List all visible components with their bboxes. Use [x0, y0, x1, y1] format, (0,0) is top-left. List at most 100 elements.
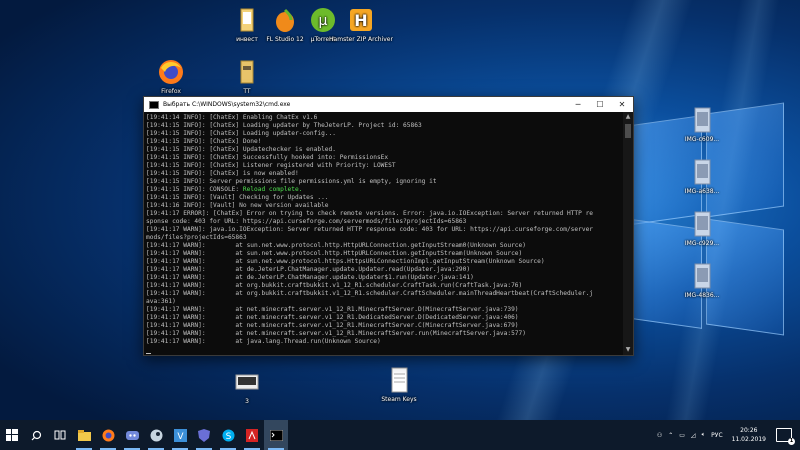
console-line: [19:41:17 WARN]: at de.JeterLP.ChatManag…: [146, 266, 471, 273]
search-icon: [31, 430, 41, 440]
desktop-icon-img-3[interactable]: IMG-c929...: [670, 210, 734, 248]
pdf-reader-icon: [246, 428, 258, 442]
console-line: [19:41:17 WARN]: at sun.net.www.protocol…: [146, 242, 526, 249]
console-prompt-caret[interactable]: [146, 346, 621, 354]
console-line: [19:41:17 WARN]: at net.minecraft.server…: [146, 322, 519, 329]
console-line: [19:41:17 WARN]: java.io.IOException: Se…: [146, 226, 594, 233]
scroll-down-arrow-icon[interactable]: ▼: [623, 345, 633, 355]
scroll-up-arrow-icon[interactable]: ▲: [623, 112, 633, 122]
system-tray: ⚇ ⌃ ▭ ◿ 🔈︎ РУС 20:26 11.02.2019 1: [654, 420, 800, 450]
image-file-icon: [694, 211, 711, 237]
desktop-icon-img-1[interactable]: IMG-c609...: [670, 106, 734, 144]
cmd-window[interactable]: Выбрать C:\WINDOWS\system32\cmd.exe ─ ☐ …: [143, 96, 634, 356]
taskbar-pdf-reader[interactable]: [240, 420, 264, 450]
taskbar-cmd[interactable]: [264, 420, 288, 450]
console-line: [19:41:17 WARN]: at net.minecraft.server…: [146, 330, 526, 337]
console-line: [19:41:15 INFO]: CONSOLE: Reload complet…: [146, 186, 303, 193]
search-button[interactable]: [24, 420, 48, 450]
svg-text:µ: µ: [319, 13, 328, 29]
vimeworld-icon: V: [173, 428, 187, 442]
taskbar-firefox[interactable]: [96, 420, 120, 450]
discord-icon: [125, 430, 139, 440]
firefox-icon: [159, 60, 183, 84]
action-center-button[interactable]: 1: [776, 428, 795, 445]
console-line: [19:41:15 INFO]: [ChatEx] Loading update…: [146, 130, 336, 137]
desktop-icon-steam-keys[interactable]: Steam Keys: [367, 366, 431, 404]
console-line: [19:41:17 WARN]: at sun.net.www.protocol…: [146, 250, 523, 257]
taskbar-skype[interactable]: S: [216, 420, 240, 450]
reload-complete-text: Reload complete.: [242, 186, 303, 193]
screenshot-file-icon: [235, 374, 259, 390]
console-line: [19:41:17 WARN]: at de.JeterLP.ChatManag…: [146, 274, 474, 281]
desktop-icon-3[interactable]: 3: [215, 368, 279, 406]
console-line: [19:41:17 WARN]: at org.bukkit.craftbukk…: [146, 290, 594, 297]
svg-text:S: S: [225, 432, 231, 442]
taskbar-discord[interactable]: [120, 420, 144, 450]
desktop-icon-firefox[interactable]: Firefox: [139, 58, 203, 96]
windows-start-icon: [6, 429, 18, 441]
file-explorer-icon: [77, 429, 91, 441]
svg-text:H: H: [354, 11, 367, 30]
cmd-titlebar[interactable]: Выбрать C:\WINDOWS\system32\cmd.exe ─ ☐ …: [144, 97, 633, 112]
scrollbar-thumb[interactable]: [625, 124, 631, 138]
maximize-button[interactable]: ☐: [589, 97, 611, 112]
people-icon[interactable]: ⚇: [657, 432, 662, 439]
console-line: [19:41:15 INFO]: [Vault] Checking for Up…: [146, 194, 329, 201]
console-line: sponse code: 403 for URL: https://api.cu…: [146, 218, 467, 225]
taskbar-steam[interactable]: [144, 420, 168, 450]
console-line: [19:41:15 INFO]: Server permissions file…: [146, 178, 437, 185]
cmd-window-title: Выбрать C:\WINDOWS\system32\cmd.exe: [163, 101, 291, 108]
task-view-icon: [54, 430, 66, 440]
console-line: [19:41:17 WARN]: at org.bukkit.craftbukk…: [146, 282, 523, 289]
taskbar: V S ⚇ ⌃ ▭ ◿ 🔈︎ РУС 20:26 11.02.2019 1: [0, 420, 800, 450]
folder-icon: [240, 60, 254, 84]
task-view-button[interactable]: [48, 420, 72, 450]
taskbar-file-explorer[interactable]: [72, 420, 96, 450]
network-icon[interactable]: ◿: [691, 432, 696, 439]
clock-time: 20:26: [740, 427, 758, 434]
console-line: [19:41:14 INFO]: [ChatEx] Enabling ChatE…: [146, 114, 318, 121]
image-file-icon: [694, 263, 711, 289]
text-document-icon: [391, 367, 408, 393]
console-line: [19:41:15 INFO]: [ChatEx] Updatechecker …: [146, 146, 336, 153]
desktop-icon-tt[interactable]: TT: [215, 58, 279, 96]
volume-icon[interactable]: 🔈︎: [702, 431, 706, 439]
chevron-up-icon[interactable]: ⌃: [668, 432, 673, 439]
firefox-icon: [102, 429, 114, 441]
console-line: [19:41:16 INFO]: [Vault] No new version …: [146, 202, 329, 209]
desktop-icon-img-2[interactable]: IMG-a638...: [670, 158, 734, 196]
language-indicator[interactable]: РУС: [711, 432, 722, 439]
console-line: ava:361): [146, 298, 176, 305]
notification-count-badge: 1: [788, 438, 795, 445]
console-output[interactable]: [19:41:14 INFO]: [ChatEx] Enabling ChatE…: [144, 112, 623, 355]
taskbar-app-shield[interactable]: [192, 420, 216, 450]
desktop-icon-img-4[interactable]: IMG-4836...: [670, 262, 734, 300]
console-line: [19:41:15 INFO]: [ChatEx] Done!: [146, 138, 262, 145]
console-line: [19:41:17 WARN]: at net.minecraft.server…: [146, 306, 519, 313]
minimize-button[interactable]: ─: [567, 97, 589, 112]
clock[interactable]: 20:26 11.02.2019: [732, 426, 766, 444]
image-file-icon: [694, 107, 711, 133]
cmd-icon: [269, 429, 283, 441]
desktop-icon-hamster-zip[interactable]: H Hamster ZIP Archiver: [329, 6, 393, 44]
hamster-zip-icon: H: [350, 9, 372, 31]
console-line: [19:41:17 WARN]: at sun.net.www.protocol…: [146, 258, 545, 265]
cmd-app-icon: [149, 100, 159, 109]
console-line: [19:41:17 WARN]: at net.minecraft.server…: [146, 314, 519, 321]
console-line: [19:41:15 INFO]: [ChatEx] Listener regis…: [146, 162, 396, 169]
app-shield-icon: [198, 428, 210, 442]
console-line: [19:41:15 INFO]: [ChatEx] Successfully h…: [146, 154, 389, 161]
clock-date: 11.02.2019: [731, 436, 766, 443]
image-file-icon: [694, 159, 711, 185]
svg-text:V: V: [177, 432, 184, 442]
start-button[interactable]: [0, 420, 24, 450]
battery-icon[interactable]: ▭: [679, 432, 685, 439]
close-button[interactable]: ✕: [611, 97, 633, 112]
console-line: [19:41:15 INFO]: [ChatEx] is now enabled…: [146, 170, 299, 177]
taskbar-vimeworld[interactable]: V: [168, 420, 192, 450]
console-line: [19:41:15 INFO]: [ChatEx] Loading update…: [146, 122, 422, 129]
console-line: [19:41:17 ERROR]: [ChatEx] Error on tryi…: [146, 210, 594, 217]
steam-icon: [150, 429, 162, 441]
vertical-scrollbar[interactable]: ▲ ▼: [623, 112, 633, 355]
console-line: [19:41:17 WARN]: at java.lang.Thread.run…: [146, 338, 381, 345]
